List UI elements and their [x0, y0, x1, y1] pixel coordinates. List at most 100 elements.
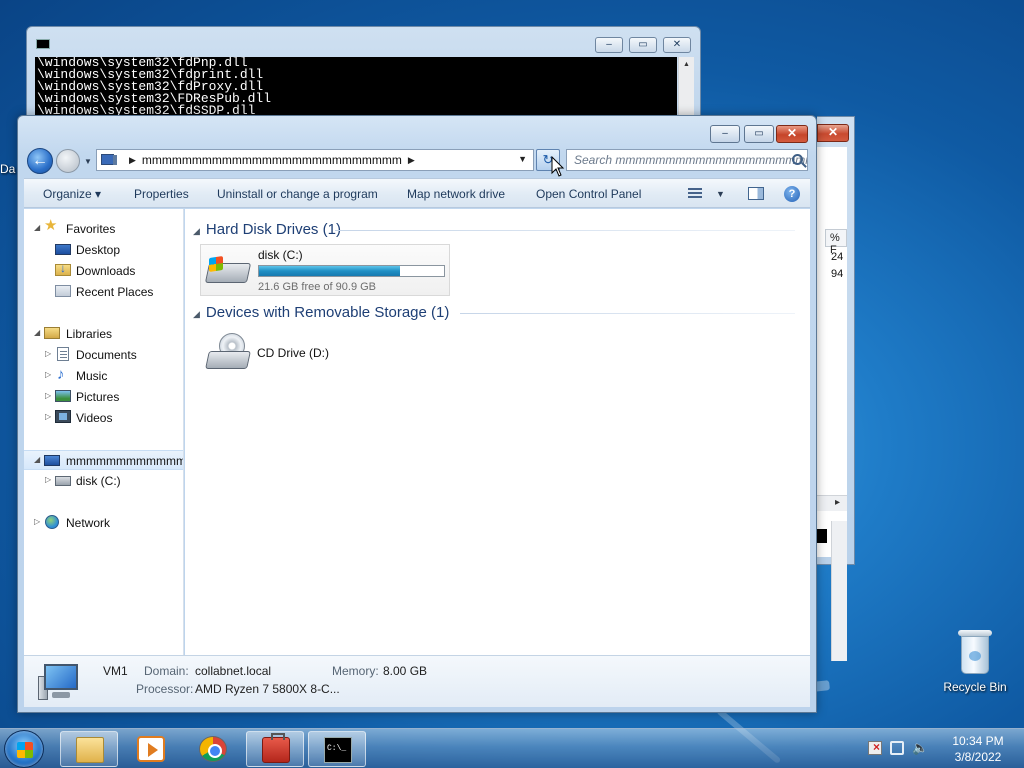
recycle-bin-icon [958, 630, 992, 674]
uninstall-program-button[interactable]: Uninstall or change a program [217, 187, 378, 201]
cell-value: 94 [831, 268, 844, 280]
nav-label: Videos [76, 411, 113, 425]
nav-item-recent-places[interactable]: Recent Places [24, 282, 183, 302]
taskbar-cmd-button[interactable] [308, 731, 366, 767]
computer-icon [38, 664, 82, 702]
minimize-button[interactable]: – [710, 125, 740, 143]
horizontal-scrollbar[interactable] [817, 495, 847, 511]
breadcrumb-chevron-icon[interactable]: ▶ [408, 155, 415, 166]
close-button[interactable]: ✕ [663, 37, 691, 53]
explorer-window[interactable]: – ▭ ✕ ← ▼ ▶ mmmmmmmmmmmmmmmmmmmmmmmmmm ▶… [17, 115, 817, 713]
close-button[interactable]: ✕ [817, 124, 849, 142]
nav-item-documents[interactable]: ▷ Documents [24, 345, 183, 365]
group-header-hard-disk-drives[interactable]: ◢ Hard Disk Drives (1) [193, 221, 341, 238]
expand-arrow-icon[interactable]: ▷ [45, 349, 51, 358]
nav-item-videos[interactable]: ▷ Videos [24, 408, 183, 428]
processor-label: Processor: [136, 682, 194, 696]
help-icon[interactable]: ? [784, 186, 800, 202]
clock-time: 10:34 PM [952, 734, 1004, 748]
change-view-icon[interactable] [688, 187, 702, 199]
breadcrumb-computer[interactable]: mmmmmmmmmmmmmmmmmmmmmmmmmm [142, 153, 402, 167]
expand-arrow-icon[interactable]: ▷ [45, 475, 51, 484]
network-status-icon[interactable] [890, 741, 904, 755]
taskbar-explorer-button[interactable] [60, 731, 118, 767]
preview-pane-icon[interactable] [748, 187, 764, 200]
search-input[interactable]: Search mmmmmmmmmmmmmmmmmmmm... [566, 149, 808, 171]
background-window[interactable]: ✕ % F 24 94 [817, 116, 855, 661]
search-icon[interactable] [792, 154, 803, 165]
properties-button[interactable]: Properties [134, 187, 189, 201]
taskbar-chrome-button[interactable] [184, 731, 242, 767]
star-icon: ★ [44, 217, 58, 234]
windows-drive-icon [204, 255, 252, 287]
expand-arrow-icon[interactable]: ▷ [45, 412, 51, 421]
address-bar[interactable]: ▶ mmmmmmmmmmmmmmmmmmmmmmmmmm ▶ ▼ [96, 149, 534, 171]
command-prompt-icon [324, 737, 352, 763]
nav-label: mmmmmmmmmmmmmmmmm [66, 454, 184, 468]
maximize-button[interactable]: ▭ [744, 125, 774, 143]
nav-item-favorites[interactable]: ◢ ★ Favorites [24, 217, 183, 239]
forward-button[interactable] [56, 149, 80, 173]
clock[interactable]: 10:34 PM 3/8/2022 [938, 733, 1018, 765]
nav-item-music[interactable]: ▷ ♪ Music [24, 366, 183, 386]
taskbar-media-player-button[interactable] [122, 731, 180, 767]
collapse-arrow-icon[interactable]: ◢ [193, 226, 200, 236]
maximize-button[interactable]: ▭ [629, 37, 657, 53]
organize-menu[interactable]: Organize ▾ [43, 187, 101, 201]
clock-date: 3/8/2022 [954, 750, 1002, 764]
mouse-cursor-icon [551, 156, 565, 177]
desktop-icon-label[interactable]: Da [0, 162, 15, 176]
nav-item-downloads[interactable]: Downloads [24, 261, 183, 281]
close-button[interactable]: ✕ [776, 125, 808, 143]
drive-usage-bar [258, 265, 445, 277]
minimize-button[interactable]: – [595, 37, 623, 53]
nav-item-desktop[interactable]: Desktop [24, 240, 183, 260]
pictures-icon [55, 390, 71, 402]
taskbar-toolbox-button[interactable] [246, 731, 304, 767]
cell-value: 24 [831, 251, 844, 263]
expand-arrow-icon[interactable]: ▷ [45, 370, 51, 379]
drive-tile-disk-c[interactable]: disk (C:) 21.6 GB free of 90.9 GB [200, 244, 450, 296]
nav-item-computer[interactable]: ◢ mmmmmmmmmmmmmmmmm [24, 450, 184, 470]
group-header-removable-storage[interactable]: ◢ Devices with Removable Storage (1) [193, 304, 449, 321]
drive-usage-fill [259, 266, 400, 276]
cd-drive-icon[interactable] [205, 331, 251, 371]
collapse-arrow-icon[interactable]: ◢ [193, 309, 200, 319]
address-dropdown-icon[interactable]: ▼ [518, 154, 527, 164]
toolbox-icon [262, 733, 290, 763]
action-center-flag-icon[interactable] [868, 740, 882, 755]
system-tray: 🔈 [864, 740, 934, 757]
nav-item-libraries[interactable]: ◢ Libraries [24, 324, 183, 344]
group-divider [335, 230, 795, 231]
collapse-arrow-icon[interactable]: ◢ [34, 328, 40, 337]
nav-label: disk (C:) [76, 474, 121, 488]
recent-pages-dropdown[interactable]: ▼ [84, 157, 92, 166]
back-button[interactable]: ← [27, 148, 53, 174]
computer-icon [44, 455, 60, 466]
desktop-icon [55, 244, 71, 255]
navigation-pane[interactable]: ◢ ★ Favorites Desktop Downloads Recent P… [24, 209, 184, 655]
nav-item-network[interactable]: ▷ Network [24, 513, 183, 533]
music-note-icon: ♪ [57, 366, 65, 383]
nav-item-disk-c[interactable]: ▷ disk (C:) [24, 471, 183, 491]
libraries-icon [44, 327, 60, 339]
open-control-panel-button[interactable]: Open Control Panel [536, 187, 641, 201]
vertical-scrollbar[interactable] [831, 521, 847, 661]
view-options-dropdown-icon[interactable]: ▼ [716, 189, 725, 199]
collapse-arrow-icon[interactable]: ◢ [34, 455, 40, 464]
breadcrumb-chevron-icon[interactable]: ▶ [129, 155, 136, 166]
nav-item-pictures[interactable]: ▷ Pictures [24, 387, 183, 407]
group-title: Hard Disk Drives (1) [205, 221, 341, 238]
collapse-arrow-icon[interactable]: ◢ [34, 223, 40, 232]
recycle-bin-shortcut[interactable]: Recycle Bin [940, 630, 1010, 694]
expand-arrow-icon[interactable]: ▷ [45, 391, 51, 400]
volume-icon[interactable]: 🔈 [912, 741, 928, 755]
map-network-drive-button[interactable]: Map network drive [407, 187, 505, 201]
drive-free-space: 21.6 GB free of 90.9 GB [258, 281, 377, 293]
expand-arrow-icon[interactable]: ▷ [34, 517, 40, 526]
file-list-view[interactable]: ◢ Hard Disk Drives (1) disk (C:) 21.6 GB … [185, 209, 810, 655]
column-header[interactable]: % F [825, 229, 847, 256]
start-button[interactable] [4, 730, 44, 768]
group-divider [460, 313, 795, 314]
drive-name[interactable]: CD Drive (D:) [257, 346, 329, 360]
